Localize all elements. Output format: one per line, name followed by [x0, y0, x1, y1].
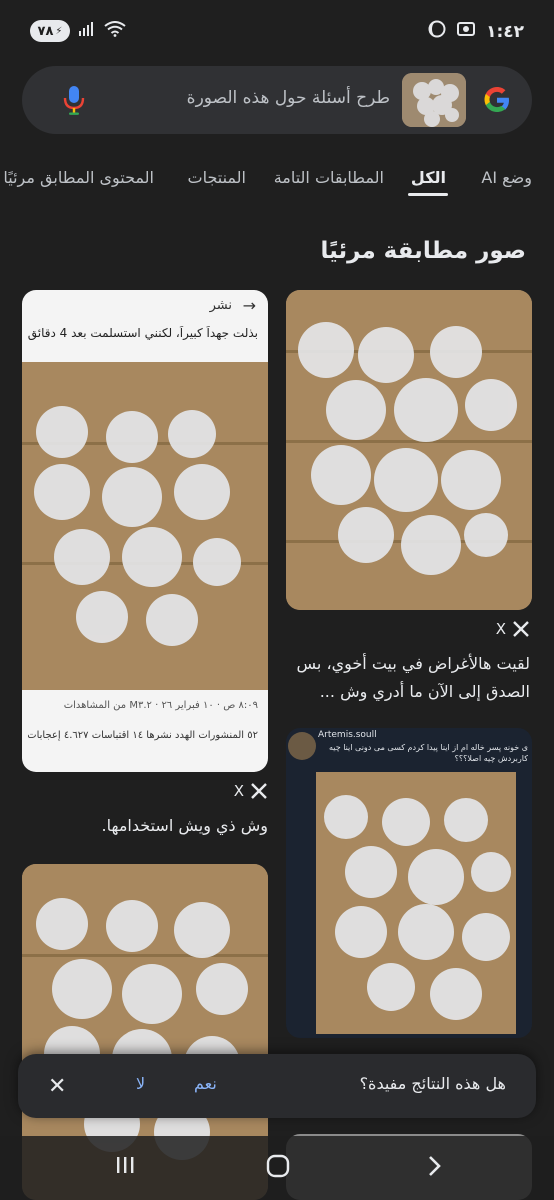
search-bar[interactable]: طرح أسئلة حول هذه الصورة: [22, 66, 532, 134]
x-logo-icon: [250, 782, 268, 800]
back-icon[interactable]: [424, 1154, 444, 1184]
post-meta: ٨:٠٩ ص · ١٠ فبراير ٢٦ · M٣.٢ من المشاهدا…: [63, 700, 258, 711]
active-tab-indicator: [408, 193, 448, 196]
battery-level: ٧٨: [37, 23, 54, 39]
mic-icon[interactable]: [62, 84, 86, 116]
feedback-no-button[interactable]: لا: [136, 1074, 145, 1093]
signal-icon: [78, 21, 96, 41]
result-image[interactable]: [286, 290, 532, 610]
post-user: Artemis.soull: [318, 730, 377, 740]
post-text: بذلت جهداً كبيراً، لكنني استسلمت بعد 4 د…: [28, 326, 258, 340]
battery-icon: ٧٨ ⚡: [30, 20, 70, 42]
navigation-bar: [0, 1136, 554, 1200]
avatar: [288, 732, 316, 760]
moon-icon: [428, 20, 446, 43]
recents-icon[interactable]: [114, 1154, 136, 1182]
result-caption[interactable]: وش ذي ويش استخدامها.: [28, 812, 269, 840]
source-label: X: [233, 782, 244, 800]
result-source[interactable]: X: [234, 782, 268, 800]
section-title: صور مطابقة مرئيًا: [320, 238, 526, 264]
wifi-icon: [104, 21, 126, 41]
tab-products[interactable]: المنتجات: [188, 168, 247, 187]
tab-all[interactable]: الكل: [411, 168, 446, 187]
status-left: ٧٨ ⚡: [30, 20, 126, 42]
post-photo: [316, 772, 516, 1034]
screenshot-icon: [456, 20, 476, 43]
tab-visual-matches[interactable]: المحتوى المطابق مرئيًا: [3, 168, 154, 187]
x-logo-icon: [512, 620, 530, 638]
result-image[interactable]: Artemis.soull ی خونه پسر خاله ام از اینا…: [286, 728, 532, 1038]
back-arrow-icon: →: [242, 296, 256, 315]
home-icon[interactable]: [266, 1154, 290, 1184]
close-icon[interactable]: ✕: [48, 1074, 66, 1099]
tab-ai-mode[interactable]: وضع AI: [481, 168, 532, 187]
feedback-yes-button[interactable]: نعم: [194, 1074, 217, 1093]
google-logo: [482, 85, 512, 115]
result-caption[interactable]: لقيت هالأغراض في بيت أخوي، بس الصدق إلى …: [290, 650, 530, 706]
status-bar: ٧٨ ⚡ ١:٤٢: [0, 0, 554, 62]
clock: ١:٤٢: [486, 21, 524, 42]
filter-tabs: وضع AI الكل المطابقات التامة المنتجات ال…: [0, 160, 554, 204]
search-input[interactable]: طرح أسئلة حول هذه الصورة: [187, 88, 390, 108]
feedback-question: هل هذه النتائج مفيدة؟: [359, 1074, 506, 1093]
tab-exact-matches[interactable]: المطابقات التامة: [274, 168, 384, 187]
post-header: نشر: [209, 298, 232, 313]
source-label: X: [495, 620, 506, 638]
post-text: ی خونه پسر خاله ام از اینا پیدا کردم کسی…: [329, 743, 528, 763]
feedback-bar: ✕ لا نعم هل هذه النتائج مفيدة؟: [18, 1054, 536, 1118]
post-stats: ٥٢ المنشورات الهدد نشرها ١٤ اقتباسات ٤.٦…: [28, 730, 258, 741]
image-thumbnail[interactable]: [402, 73, 466, 127]
result-source[interactable]: X: [496, 620, 530, 638]
status-right: ١:٤٢: [428, 20, 524, 43]
result-image[interactable]: نشر → بذلت جهداً كبيراً، لكنني استسلمت ب…: [22, 290, 268, 772]
post-photo: [22, 362, 268, 690]
